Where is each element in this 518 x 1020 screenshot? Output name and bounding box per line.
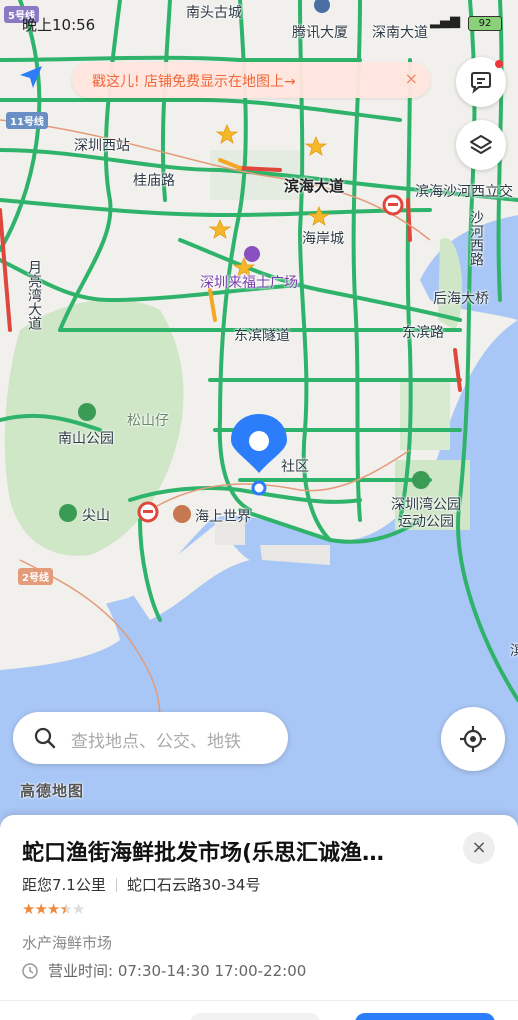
battery-indicator: 92 [468,16,502,31]
label-binhai-shahe: 滨海沙河西立交 [415,184,513,200]
poi-title: 蛇口渔街海鲜批发市场(乐思汇诚渔… [22,841,385,866]
metro-badge-line11: 11号线 [6,112,48,129]
wifi-icon: ▂▄▆ [430,14,460,29]
label-binhai: 滨海大道 [284,177,345,195]
search-icon [34,727,56,749]
label-songshanzai: 松山仔 [127,413,169,429]
label-shahe-west: 沙河西路 [468,210,484,266]
poi-distance: 距您7.1公里 [22,876,106,894]
clock-icon [22,963,38,979]
label-haian: 海岸城 [302,231,344,247]
label-shenzhen-west: 深圳西站 [74,138,130,154]
layers-icon [470,135,492,154]
status-time: 晚上10:56 [22,16,96,34]
label-laifushi: 深圳来福士广场 [200,275,298,291]
primary-action-button[interactable] [355,1013,495,1020]
message-button[interactable] [456,57,506,107]
label-guimiao: 桂庙路 [133,173,175,189]
label-houhai-bridge: 后海大桥 [433,291,489,307]
star-icon: ★ [59,900,72,918]
label-dongbin-road: 东滨路 [402,325,444,341]
label-jianshan: 尖山 [82,508,110,524]
status-bar: 晚上10:56 ▂▄▆ 92 [0,8,518,36]
locate-icon [460,726,486,752]
map-screen: 南头古城 腾讯大厦 深南大道 深圳西站 桂庙路 滨海大道 滨海沙河西立交 海岸城… [0,0,518,1020]
poi-rating-stars: ★★★★★ [22,900,85,918]
layers-button[interactable] [456,120,506,170]
message-icon [471,72,491,94]
label-cut-e: 滨 [510,643,518,659]
star-icon: ★ [71,900,85,918]
promo-banner-text: 戳这儿! 店铺免费显示在地图上→ [92,74,296,90]
poi-hours: 营业时间: 07:30-14:30 17:00-22:00 [22,960,306,981]
secondary-action-button[interactable] [190,1013,320,1020]
promo-banner-close-icon[interactable]: × [405,69,418,88]
star-icon: ★ [34,900,47,918]
poi-card[interactable]: 蛇口渔街海鲜批发市场(乐思汇诚渔… × 距您7.1公里 蛇口石云路30-34号 ★… [0,815,518,1020]
search-bar[interactable]: 查找地点、公交、地铁 [13,712,288,764]
label-shekou-zone: 社区 [281,459,309,475]
label-nanshan-park: 南山公园 [58,431,114,447]
label-yueliang: 月亮湾大道 [26,260,42,330]
brand-watermark: 高德地图 [20,782,85,800]
star-icon: ★ [22,900,35,918]
label-sea-world: 海上世界 [195,509,251,525]
poi-hours-text: 营业时间: 07:30-14:30 17:00-22:00 [48,962,307,980]
poi-address: 蛇口石云路30-34号 [126,876,261,894]
metro-badge-line2: 2号线 [18,568,53,585]
label-bay-park: 深圳湾公园运动公园 [391,497,461,530]
locate-me-button[interactable] [441,707,505,771]
label-dongbin-tunnel: 东滨隧道 [234,328,290,344]
poi-meta: 距您7.1公里 蛇口石云路30-34号 [22,874,260,895]
poi-card-close-icon[interactable]: × [463,832,495,864]
divider [0,1000,518,1001]
notification-dot [495,60,503,68]
search-placeholder: 查找地点、公交、地铁 [71,732,241,752]
promo-banner[interactable]: 戳这儿! 店铺免费显示在地图上→ × [72,62,430,98]
poi-category: 水产海鲜市场 [22,934,113,952]
location-arrow-icon[interactable] [18,64,44,94]
star-icon: ★ [46,900,60,918]
